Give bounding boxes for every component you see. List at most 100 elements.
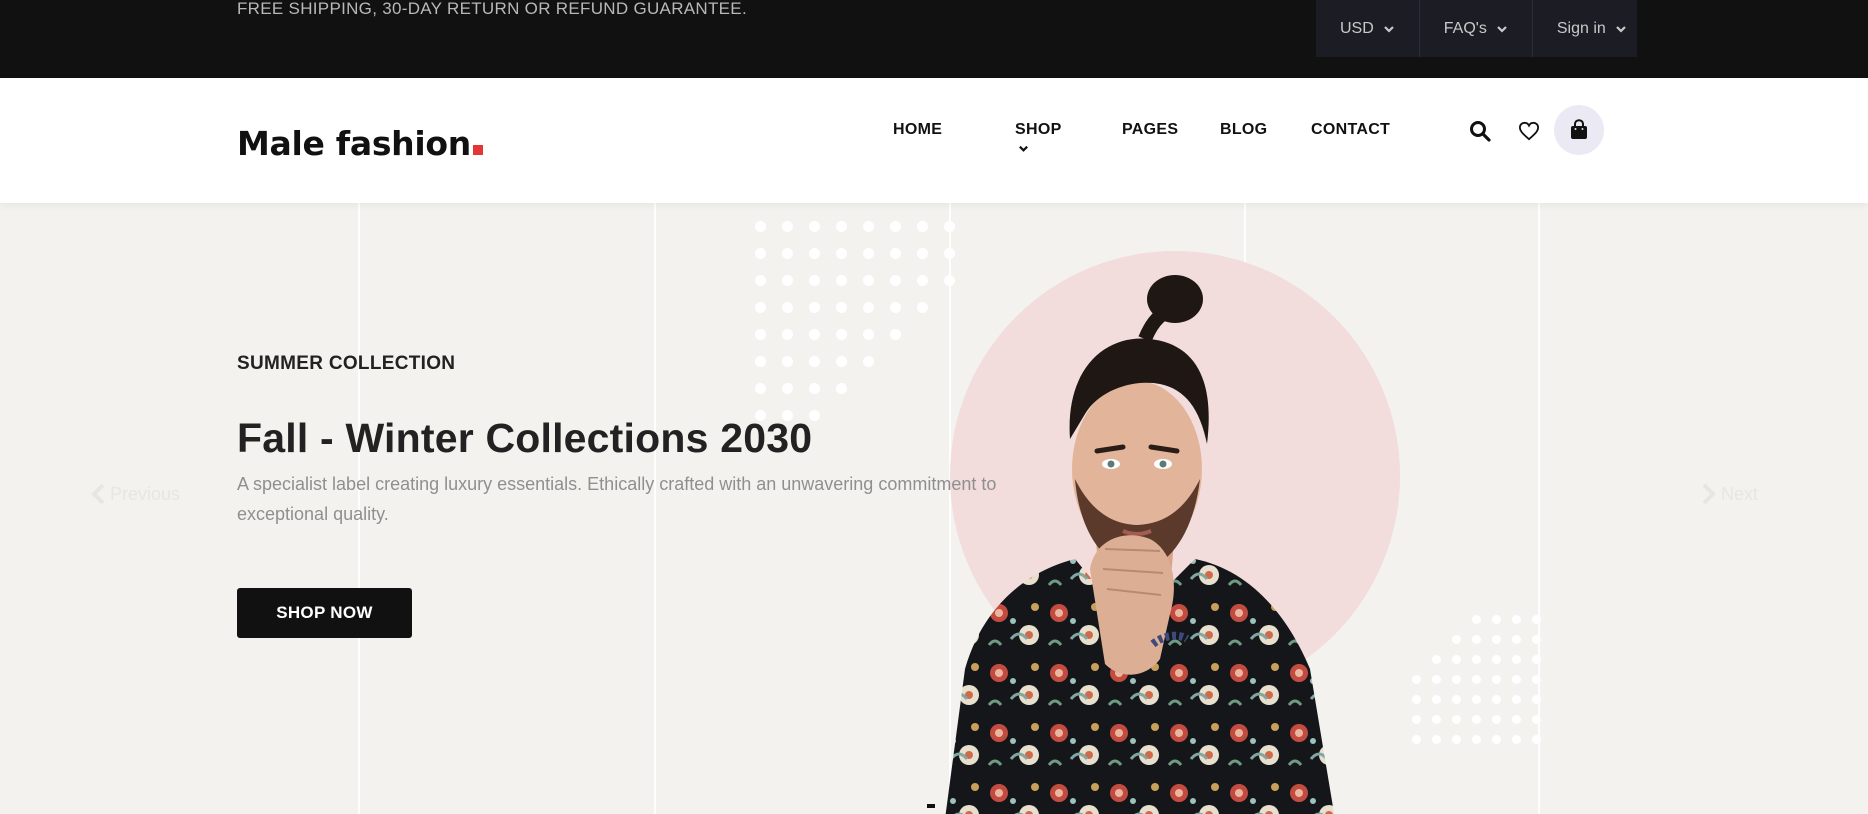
decorative-dot: [836, 302, 847, 313]
signin-dropdown[interactable]: Sign in: [1533, 0, 1637, 57]
decorative-dot: [944, 221, 955, 232]
next-label: Next: [1721, 483, 1759, 504]
decorative-dot: [863, 275, 874, 286]
topbar-menu: USD FAQ's Sign in: [1316, 0, 1637, 57]
shopping-bag-icon[interactable]: [1554, 105, 1604, 155]
decorative-dot: [836, 383, 847, 394]
decorative-dot: [782, 383, 793, 394]
decorative-dot: [1452, 695, 1461, 704]
decorative-dot: [782, 248, 793, 259]
decorative-dot: [1432, 715, 1441, 724]
decorative-dot: [917, 221, 928, 232]
faq-label: FAQ's: [1443, 19, 1487, 37]
decorative-dot: [1412, 675, 1421, 684]
hero-title: Fall - Winter Collections 2030: [237, 415, 813, 461]
decorative-dot: [755, 221, 766, 232]
nav-shop[interactable]: SHOP: [1015, 120, 1062, 160]
decorative-dot: [809, 356, 820, 367]
decorative-dot: [863, 302, 874, 313]
decorative-dot: [863, 329, 874, 340]
decorative-dot: [1492, 735, 1501, 744]
decorative-dot: [1532, 715, 1541, 724]
currency-dropdown[interactable]: USD: [1316, 0, 1420, 57]
decorative-dot: [755, 302, 766, 313]
logo[interactable]: Male fashion: [237, 124, 483, 164]
decorative-dot: [1532, 675, 1541, 684]
nav-contact[interactable]: CONTACT: [1311, 120, 1390, 140]
previous-label: Previous: [110, 483, 181, 504]
hero-description: A specialist label creating luxury essen…: [237, 474, 997, 524]
chevron-left-icon: [91, 483, 105, 505]
decorative-dot: [782, 356, 793, 367]
decorative-dot: [1452, 635, 1461, 644]
decorative-dot: [1532, 695, 1541, 704]
decorative-dot: [1432, 675, 1441, 684]
nav-shop-label: SHOP: [1015, 121, 1062, 138]
decorative-dot: [1512, 715, 1521, 724]
decorative-dot: [1452, 675, 1461, 684]
decorative-dot: [755, 356, 766, 367]
decorative-dot: [1432, 655, 1441, 664]
decorative-dot: [836, 356, 847, 367]
chevron-down-icon: [1384, 25, 1394, 33]
nav-blog[interactable]: BLOG: [1220, 120, 1267, 140]
decorative-dot: [1432, 695, 1441, 704]
next-slide-button[interactable]: Next: [1697, 483, 1758, 505]
decorative-dot: [1472, 615, 1481, 624]
top-bar: FREE SHIPPING, 30-DAY RETURN OR REFUND G…: [0, 0, 1868, 78]
decorative-dot: [1472, 655, 1481, 664]
decorative-dot: [890, 275, 901, 286]
decorative-dot: [1472, 675, 1481, 684]
decorative-dot: [1532, 735, 1541, 744]
decorative-dot: [836, 275, 847, 286]
decorative-dot: [1492, 635, 1501, 644]
currency-label: USD: [1340, 19, 1374, 37]
slider-indicator: [927, 804, 935, 808]
decorative-dot: [1532, 615, 1541, 624]
chevron-down-icon: [1019, 145, 1028, 152]
decorative-dot: [1472, 695, 1481, 704]
shipping-announcement: FREE SHIPPING, 30-DAY RETURN OR REFUND G…: [237, 0, 747, 18]
decorative-dot: [755, 329, 766, 340]
decorative-dot: [809, 221, 820, 232]
decorative-dot: [782, 221, 793, 232]
chevron-down-icon: [1615, 25, 1626, 33]
decorative-dot: [1492, 715, 1501, 724]
decorative-dot: [1512, 655, 1521, 664]
heart-icon[interactable]: [1516, 118, 1542, 144]
previous-slide-button[interactable]: Previous: [86, 483, 180, 505]
decorative-dot: [863, 221, 874, 232]
decorative-dot: [1432, 735, 1441, 744]
decorative-dot: [782, 275, 793, 286]
decorative-dot: [755, 275, 766, 286]
signin-label: Sign in: [1556, 19, 1606, 37]
decorative-dot: [836, 248, 847, 259]
decorative-dot: [1472, 635, 1481, 644]
faq-dropdown[interactable]: FAQ's: [1420, 0, 1533, 57]
decorative-dot: [1492, 655, 1501, 664]
decorative-dot: [1532, 635, 1541, 644]
decorative-dot: [890, 302, 901, 313]
nav-pages[interactable]: PAGES: [1122, 120, 1178, 140]
search-icon[interactable]: [1467, 118, 1493, 144]
decorative-dot: [863, 356, 874, 367]
decorative-dot: [809, 329, 820, 340]
decorative-dot: [863, 248, 874, 259]
decorative-dot: [1512, 735, 1521, 744]
decorative-dot: [1452, 735, 1461, 744]
decorative-dot: [782, 302, 793, 313]
decorative-dot: [836, 329, 847, 340]
nav-home[interactable]: HOME: [893, 120, 942, 140]
decorative-dot: [836, 221, 847, 232]
shop-now-button[interactable]: SHOP NOW: [237, 588, 412, 638]
decorative-dot: [755, 383, 766, 394]
logo-text: Male fashion: [237, 124, 471, 163]
site-header: Male fashion HOME SHOP PAGES BLOG CONTAC…: [0, 78, 1868, 203]
decorative-dot: [1452, 715, 1461, 724]
decorative-dot: [1512, 695, 1521, 704]
decorative-dot: [782, 329, 793, 340]
decorative-dot: [1512, 635, 1521, 644]
decorative-dot: [1412, 715, 1421, 724]
logo-red-dot: [472, 145, 483, 155]
decorative-dot: [809, 248, 820, 259]
